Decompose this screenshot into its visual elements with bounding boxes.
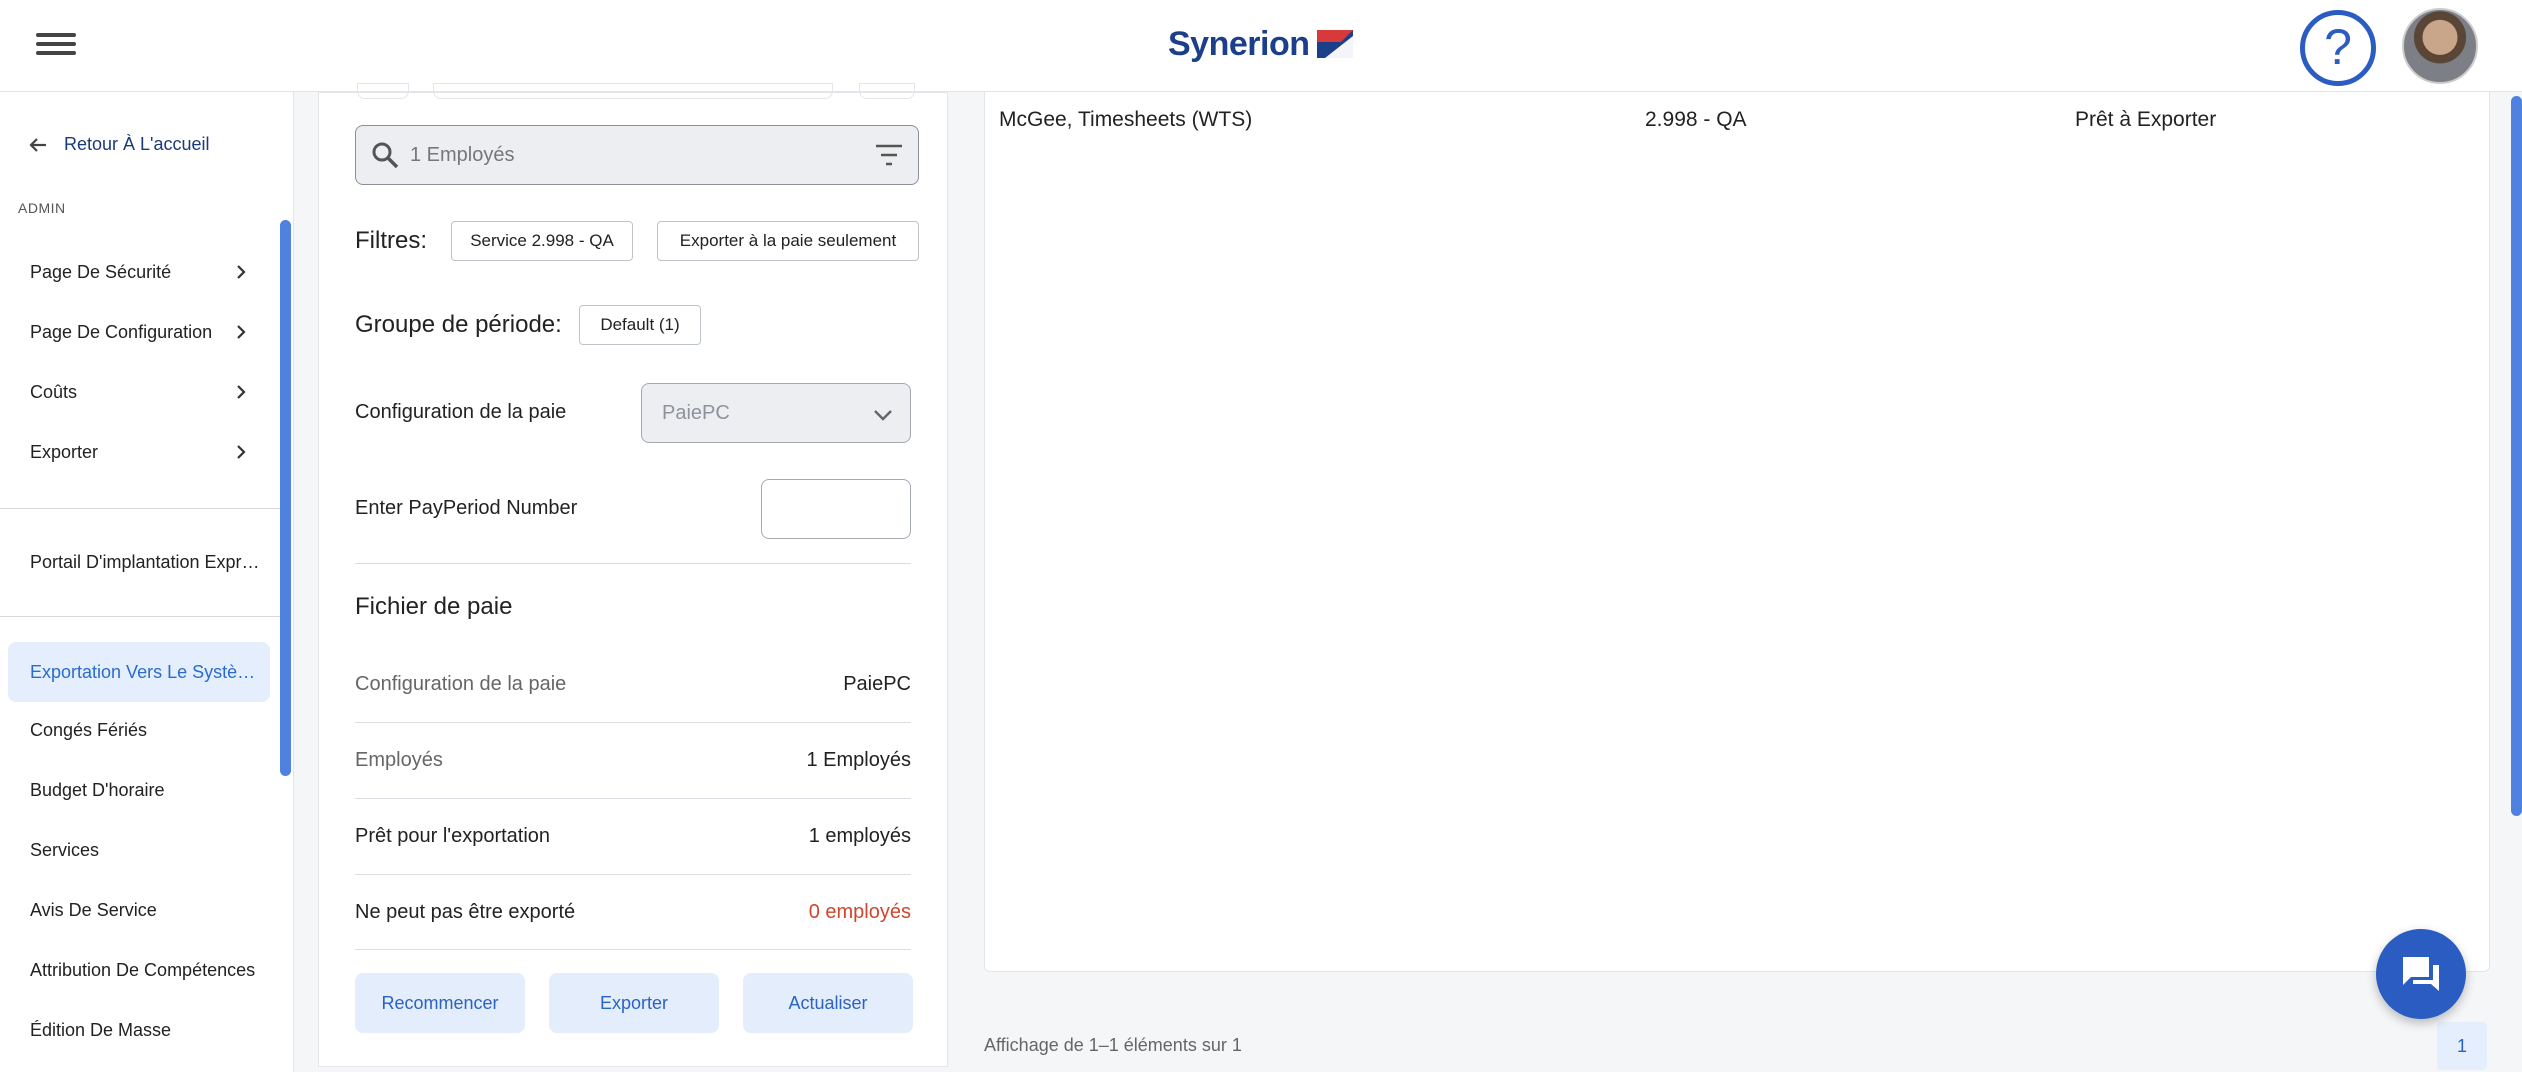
sidebar-item-configuration[interactable]: Page De Configuration: [8, 304, 270, 360]
chevron-right-icon: [237, 265, 246, 279]
table-cell-name[interactable]: McGee, Timesheets (WTS): [999, 108, 1252, 132]
payroll-config-label: Configuration de la paie: [355, 401, 567, 423]
sidebar-item-holidays[interactable]: Congés Fériés: [8, 702, 270, 758]
sidebar-item-services[interactable]: Services: [8, 822, 270, 878]
sidebar-item-schedule-budget[interactable]: Budget D'horaire: [8, 762, 270, 818]
sidebar-item-portal[interactable]: Portail D'implantation Expr…: [8, 534, 270, 590]
chevron-down-icon: [874, 410, 892, 421]
employee-search-input[interactable]: 1 Employés: [355, 125, 919, 185]
sidebar-item-export-system[interactable]: Exportation Vers Le Systè…: [8, 642, 270, 702]
sidebar-item-label: Avis De Service: [30, 899, 157, 920]
chevron-right-icon: [237, 325, 246, 339]
back-home-label: Retour À L'accueil: [64, 134, 210, 154]
divider: [355, 722, 911, 723]
sidebar-item-label: Attribution De Compétences: [30, 959, 256, 980]
sidebar-item-label: Budget D'horaire: [30, 779, 165, 800]
employee-table: McGee, Timesheets (WTS) 2.998 - QA Prêt …: [984, 92, 2490, 972]
logo-flag-icon: [1317, 30, 1354, 58]
sidebar-item-security[interactable]: Page De Sécurité: [8, 244, 270, 300]
summary-label: Ne peut pas être exporté: [355, 901, 576, 923]
sidebar-item-mass-edit[interactable]: Édition De Masse: [8, 1002, 270, 1058]
sidebar-item-label: Édition De Masse: [30, 1019, 172, 1040]
refresh-button[interactable]: Actualiser: [743, 973, 913, 1033]
summary-label: Configuration de la paie: [355, 673, 567, 695]
pagination-summary: Affichage de 1–1 éléments sur 1: [984, 1035, 1242, 1055]
chevron-right-icon: [237, 445, 246, 459]
sidebar-item-label: Congés Fériés: [30, 719, 148, 740]
sidebar-item-skills[interactable]: Attribution De Compétences: [8, 942, 270, 998]
divider: [355, 563, 911, 564]
sidebar-item-label: Services: [30, 839, 100, 860]
chat-button[interactable]: [2376, 929, 2466, 1019]
sidebar-scrollbar[interactable]: [280, 220, 291, 776]
sidebar-item-label: Coûts: [30, 381, 78, 402]
toolbar-control[interactable]: [357, 83, 409, 99]
page-button[interactable]: 1: [2437, 1022, 2487, 1070]
period-group-label: Groupe de période:: [355, 311, 562, 338]
payroll-file-title: Fichier de paie: [355, 593, 513, 620]
back-home-link[interactable]: Retour À L'accueil: [28, 134, 210, 155]
search-icon: [372, 142, 399, 169]
payperiod-input[interactable]: [761, 479, 911, 539]
sidebar-item-label: Exportation Vers Le Systè…: [30, 661, 256, 682]
sidebar-item-label: Page De Sécurité: [30, 261, 172, 282]
sidebar-item-service-notice[interactable]: Avis De Service: [8, 882, 270, 938]
divider: [355, 949, 911, 950]
help-circle-icon[interactable]: ?: [2300, 10, 2376, 86]
main-scrollbar[interactable]: [2511, 92, 2522, 1072]
chat-icon: [2403, 957, 2439, 991]
sidebar-item-label: Portail D'implantation Expr…: [30, 551, 260, 572]
period-group-chip[interactable]: Default (1): [579, 305, 701, 345]
filter-icon[interactable]: [874, 142, 904, 168]
export-panel: 1 Employés Filtres: Service 2.998 - QA E…: [318, 83, 948, 1067]
table-cell-status: Prêt à Exporter: [2075, 108, 2217, 131]
filter-chip-export-only[interactable]: Exporter à la paie seulement: [657, 221, 919, 261]
arrow-left-icon: [29, 137, 46, 152]
payroll-config-value: PaiePC: [662, 402, 730, 424]
divider: [0, 616, 282, 617]
avatar[interactable]: [2402, 8, 2478, 84]
payperiod-label: Enter PayPeriod Number: [355, 497, 578, 519]
top-bar: Synerion ?: [0, 0, 2522, 92]
hamburger-icon[interactable]: [36, 28, 76, 60]
section-label-admin: ADMIN: [18, 200, 66, 216]
chevron-right-icon: [237, 385, 246, 399]
sidebar-item-label: Exporter: [30, 441, 99, 462]
payroll-config-select[interactable]: PaiePC: [641, 383, 911, 443]
sidebar-item-label: Page De Configuration: [30, 321, 213, 342]
sidebar-item-export[interactable]: Exporter: [8, 424, 270, 480]
search-placeholder: 1 Employés: [410, 144, 515, 166]
brand-name: Synerion: [1168, 24, 1310, 63]
filter-chip-service[interactable]: Service 2.998 - QA: [451, 221, 633, 261]
summary-value: 1 employés: [808, 825, 911, 847]
toolbar-control[interactable]: [859, 83, 915, 99]
export-button[interactable]: Exporter: [549, 973, 719, 1033]
filters-label: Filtres:: [355, 227, 427, 254]
sidebar: Retour À L'accueil ADMIN Page De Sécurit…: [0, 92, 294, 1072]
logo: Synerion: [1168, 24, 1355, 64]
summary-label: Employés: [355, 749, 443, 771]
divider: [355, 874, 911, 875]
divider: [355, 798, 911, 799]
sidebar-item-costs[interactable]: Coûts: [8, 364, 270, 420]
summary-label: Prêt pour l'exportation: [355, 825, 551, 847]
summary-value-error: 0 employés: [808, 901, 911, 923]
summary-value: 1 Employés: [806, 749, 912, 771]
restart-button[interactable]: Recommencer: [355, 973, 525, 1033]
table-cell-service: 2.998 - QA: [1645, 108, 1747, 131]
toolbar-control[interactable]: [433, 83, 833, 99]
summary-value: PaiePC: [843, 673, 911, 695]
divider: [0, 508, 282, 509]
